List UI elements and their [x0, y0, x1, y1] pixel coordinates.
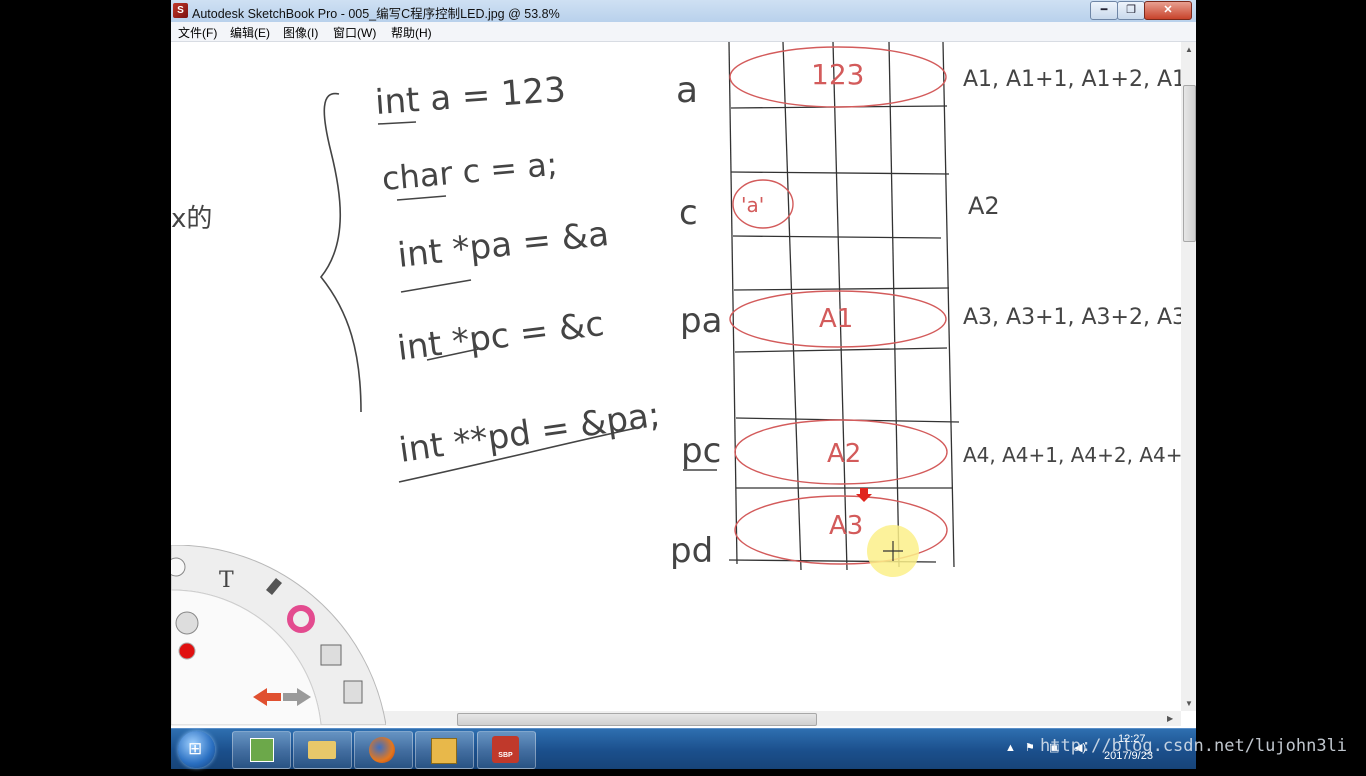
- menu-edit[interactable]: 编辑(E): [230, 24, 270, 41]
- menu-bar: 文件(F) 编辑(E) 图像(I) 窗口(W) 帮助(H): [171, 22, 1196, 42]
- lagoon-gear-icon[interactable]: [171, 557, 186, 577]
- code-line-4: int *pc = &c: [395, 304, 606, 369]
- package-icon: [431, 738, 457, 764]
- left-fragment-text: x的: [171, 204, 212, 234]
- action-center-flag-icon[interactable]: ⚑: [1025, 741, 1035, 754]
- cell-value-pc: A2: [827, 439, 861, 469]
- close-icon: ✕: [1163, 4, 1173, 16]
- title-bar: S Autodesk SketchBook Pro - 005_编写C程序控制L…: [171, 0, 1196, 23]
- vertical-scroll-thumb[interactable]: [1183, 85, 1196, 242]
- red-down-marker-icon: [856, 488, 872, 502]
- window-title: Autodesk SketchBook Pro - 005_编写C程序控制LED…: [192, 7, 560, 21]
- sketchbook-pro-icon: SBP: [492, 736, 519, 763]
- sketchbook-app-icon[interactable]: S: [173, 3, 188, 18]
- minimize-button[interactable]: ━: [1090, 1, 1118, 20]
- minimize-icon: ━: [1100, 4, 1108, 16]
- address-pc: A4, A4+1, A4+2, A4+: [963, 443, 1181, 467]
- sketch-app-icon: [250, 738, 274, 762]
- layers-tool-icon[interactable]: [343, 680, 363, 704]
- cell-value-c: 'a': [741, 193, 764, 217]
- var-label-c: c: [679, 193, 698, 233]
- windows-logo-icon: ⊞: [188, 739, 203, 758]
- var-label-pc: pc: [681, 431, 721, 471]
- var-label-pd: pd: [670, 531, 713, 571]
- restore-icon: ❐: [1126, 4, 1136, 16]
- horizontal-scroll-thumb[interactable]: [457, 713, 817, 726]
- maximize-button[interactable]: ❐: [1117, 1, 1145, 20]
- scroll-up-arrow-icon[interactable]: ▲: [1185, 45, 1193, 54]
- firefox-icon: [369, 737, 395, 763]
- folder-icon: [308, 741, 336, 759]
- taskbar-package-tool[interactable]: [415, 731, 474, 769]
- taskbar-sketchbook-pro[interactable]: SBP: [477, 731, 536, 769]
- code-line-3-underline: [400, 279, 472, 293]
- windows-start-button[interactable]: ⊞: [178, 731, 215, 768]
- var-label-a: a: [676, 70, 698, 111]
- select-tool-icon[interactable]: [320, 644, 342, 666]
- menu-file[interactable]: 文件(F): [178, 24, 217, 41]
- cell-value-a: 123: [811, 58, 864, 91]
- curly-brace-shape: [319, 92, 362, 413]
- lagoon-tool-ring: T: [171, 545, 386, 725]
- pencil-tool-icon[interactable]: [175, 611, 199, 635]
- code-line-2-underline: [396, 195, 447, 201]
- taskbar-firefox[interactable]: [354, 731, 413, 769]
- code-line-2: char c = a;: [380, 145, 559, 198]
- text-tool-icon[interactable]: T: [219, 568, 234, 593]
- color-swatch-icon[interactable]: [178, 642, 196, 660]
- code-line-5: int **pd = &pa;: [397, 395, 663, 471]
- sketchbook-window: S Autodesk SketchBook Pro - 005_编写C程序控制L…: [171, 0, 1196, 728]
- taskbar-file-explorer[interactable]: [293, 731, 352, 769]
- var-label-pa: pa: [680, 301, 722, 341]
- menu-help[interactable]: 帮助(H): [391, 24, 432, 41]
- show-hidden-icons-arrow-icon[interactable]: ▲: [1005, 742, 1016, 754]
- close-button[interactable]: ✕: [1144, 1, 1192, 20]
- scroll-down-arrow-icon[interactable]: ▼: [1185, 699, 1193, 708]
- address-pa: A3, A3+1, A3+2, A3: [963, 305, 1181, 330]
- menu-window[interactable]: 窗口(W): [333, 24, 376, 41]
- cell-value-pa: A1: [819, 304, 853, 334]
- watermark-url: http://blog.csdn.net/lujohn3li: [1040, 736, 1348, 756]
- scroll-right-arrow-icon[interactable]: ▶: [1167, 714, 1173, 723]
- code-line-1: int a = 123: [374, 70, 567, 123]
- taskbar-sketch-app[interactable]: [232, 731, 291, 769]
- address-a: A1, A1+1, A1+2, A1+: [963, 67, 1181, 92]
- menu-image[interactable]: 图像(I): [283, 24, 318, 41]
- address-c: A2: [968, 192, 1000, 220]
- cell-value-pd: A3: [829, 511, 863, 541]
- code-line-3: int *pa = &a: [396, 214, 611, 276]
